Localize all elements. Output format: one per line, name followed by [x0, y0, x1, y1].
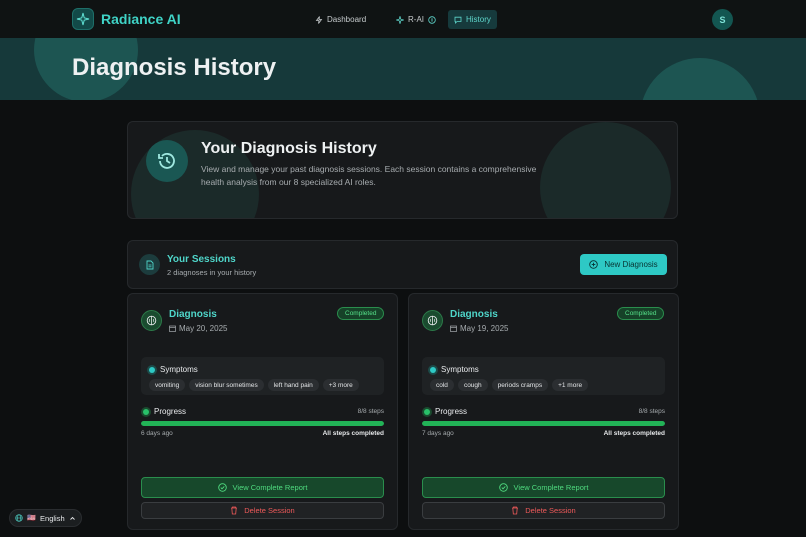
view-report-button[interactable]: View Complete Report [141, 477, 384, 498]
trash-icon [512, 506, 519, 515]
sparkle-icon [396, 15, 404, 24]
symptoms-label: Symptoms [160, 365, 198, 374]
nav-history[interactable]: History [448, 10, 497, 29]
delete-session-label: Delete Session [244, 506, 295, 515]
progress-label: Progress [154, 407, 187, 416]
plus-circle-icon [589, 260, 599, 269]
sessions-title: Your Sessions [167, 254, 236, 265]
progress-bar-fill [141, 421, 384, 426]
language-switcher[interactable]: 🇺🇸 English [9, 509, 82, 527]
language-label: English [40, 513, 65, 523]
page-header: Diagnosis History [0, 38, 806, 100]
calendar-icon [169, 325, 176, 332]
chevron-up-icon [69, 516, 75, 520]
card-date-label: May 20, 2025 [179, 324, 228, 333]
symptom-chips: cold cough periods cramps +1 more [430, 379, 589, 391]
steps-count: 8/8 steps [357, 408, 384, 415]
steps-status: All steps completed [603, 430, 665, 437]
us-flag-icon: 🇺🇸 [27, 515, 37, 522]
symptom-chip: cough [457, 379, 488, 391]
intro-description: View and manage your past diagnosis sess… [201, 164, 537, 187]
info-icon [428, 15, 436, 24]
symptom-chip: periods cramps [491, 379, 549, 391]
view-report-label: View Complete Report [232, 483, 308, 492]
document-icon [139, 254, 160, 275]
status-badge: Completed [337, 307, 385, 320]
card-title: Diagnosis [450, 309, 498, 320]
nav-dashboard-label: Dashboard [327, 15, 367, 24]
page-title: Diagnosis History [72, 54, 277, 81]
check-circle-icon [498, 483, 508, 492]
nav-history-label: History [466, 15, 491, 24]
app-name: Radiance AI [101, 11, 181, 27]
brain-icon [422, 310, 443, 331]
globe-icon [15, 514, 23, 522]
intro-title: Your Diagnosis History [201, 140, 377, 157]
symptom-chip: vision blur sometimes [189, 379, 264, 391]
card-date: May 20, 2025 [169, 324, 227, 333]
symptom-chip: vomiting [149, 379, 186, 391]
progress-dot-icon [143, 408, 149, 415]
new-diagnosis-label: New Diagnosis [604, 260, 658, 269]
delete-session-button[interactable]: Delete Session [422, 502, 665, 519]
sessions-count: 2 diagnoses in your history [167, 268, 257, 277]
symptom-chip: cold [430, 379, 454, 391]
progress-header: Progress [143, 407, 186, 416]
progress-bar [422, 421, 665, 426]
delete-session-label: Delete Session [525, 506, 576, 515]
symptom-more-chip[interactable]: +3 more [322, 379, 359, 391]
symptoms-label: Symptoms [441, 365, 479, 374]
nav-rai-label: R-AI [408, 15, 424, 24]
symptoms-header: Symptoms [430, 365, 479, 374]
view-report-button[interactable]: View Complete Report [422, 477, 665, 498]
progress-dot-icon [424, 408, 430, 415]
nav-rai[interactable]: R-AI [390, 10, 442, 29]
card-date: May 19, 2025 [450, 324, 508, 333]
status-badge: Completed [617, 307, 665, 320]
app-logo[interactable]: Radiance AI [72, 8, 181, 30]
new-diagnosis-button[interactable]: New Diagnosis [580, 254, 667, 275]
progress-label: Progress [435, 407, 468, 416]
bolt-icon [315, 15, 323, 24]
top-nav: Radiance AI Dashboard R-AI History S [0, 0, 806, 38]
steps-count: 8/8 steps [638, 408, 665, 415]
progress-bar-fill [422, 421, 665, 426]
trash-icon [231, 506, 238, 515]
progress-bar [141, 421, 384, 426]
history-icon [146, 140, 188, 182]
nav-dashboard[interactable]: Dashboard [309, 10, 372, 29]
time-ago: 6 days ago [141, 430, 173, 437]
chat-icon [454, 16, 462, 24]
symptom-chip: left hand pain [267, 379, 319, 391]
symptoms-header: Symptoms [149, 365, 198, 374]
symptom-chips: vomiting vision blur sometimes left hand… [149, 379, 359, 391]
card-date-label: May 19, 2025 [460, 324, 509, 333]
user-avatar[interactable]: S [712, 9, 733, 30]
card-title: Diagnosis [169, 309, 217, 320]
symptoms-dot-icon [149, 366, 155, 373]
time-ago: 7 days ago [422, 430, 454, 437]
symptom-more-chip[interactable]: +1 more [552, 379, 589, 391]
steps-status: All steps completed [322, 430, 384, 437]
calendar-icon [450, 325, 457, 332]
delete-session-button[interactable]: Delete Session [141, 502, 384, 519]
symptoms-dot-icon [430, 366, 436, 373]
progress-header: Progress [424, 407, 467, 416]
brain-icon [141, 310, 162, 331]
sparkle-icon [72, 8, 94, 30]
check-circle-icon [217, 483, 227, 492]
view-report-label: View Complete Report [513, 483, 589, 492]
